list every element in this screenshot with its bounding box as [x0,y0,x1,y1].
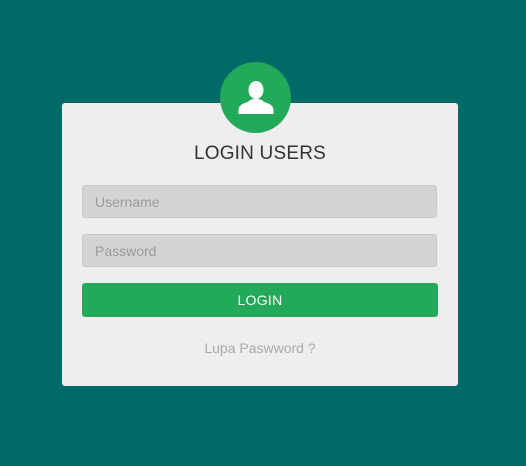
login-title: LOGIN USERS [193,143,327,164]
password-input[interactable] [82,234,437,267]
username-input[interactable] [82,185,437,218]
avatar [220,62,291,133]
user-icon [238,80,273,114]
login-button[interactable]: LOGIN [82,283,438,317]
login-card: LOGIN USERS LOGIN Lupa Paswword ? [62,103,458,386]
forgot-password-link[interactable]: Lupa Paswword ? [62,340,458,356]
